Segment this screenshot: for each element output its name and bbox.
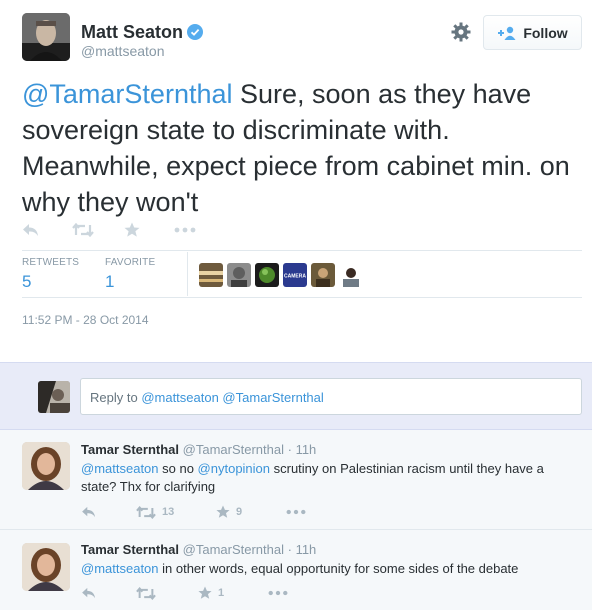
star-icon: [198, 586, 212, 599]
retweet-count: 13: [162, 506, 175, 518]
retweet-button[interactable]: 13: [136, 505, 216, 519]
favorite-count: 1: [218, 587, 225, 599]
reply-header: Tamar Sternthal @TamarSternthal · 11h: [81, 442, 316, 457]
stats-divider-top: [22, 250, 582, 251]
favorites-label: FAVORITE: [105, 257, 156, 268]
retweets-count[interactable]: 5: [22, 272, 31, 292]
reply-text-part: so no: [158, 461, 198, 476]
reply-text-part: in other words, equal opportunity for so…: [158, 561, 519, 576]
reply-input[interactable]: Reply to @mattseaton @TamarSternthal: [80, 378, 582, 415]
faver-avatar-6[interactable]: [339, 263, 363, 287]
faver-avatar-3[interactable]: [255, 263, 279, 287]
reply-author-name[interactable]: Tamar Sternthal: [81, 442, 179, 457]
reply-author-handle[interactable]: @TamarSternthal: [183, 442, 284, 457]
author-avatar[interactable]: [22, 13, 70, 61]
faver-avatar-1[interactable]: [199, 263, 223, 287]
reply-arrow-icon[interactable]: [22, 221, 72, 239]
stats-divider-bottom: [22, 297, 582, 298]
tweet-timestamp[interactable]: 11:52 PM - 28 Oct 2014: [22, 313, 149, 327]
author-name-text[interactable]: Matt Seaton: [81, 22, 183, 42]
reply-header: Tamar Sternthal @TamarSternthal · 11h: [81, 542, 316, 557]
reply-mention-link[interactable]: @mattseaton: [81, 561, 159, 576]
faver-avatar-camera[interactable]: CAMERA: [283, 263, 307, 287]
author-name[interactable]: Matt Seaton: [81, 22, 204, 43]
reply-input-mentions: @mattseaton @TamarSternthal: [141, 390, 324, 405]
more-dots-icon[interactable]: [174, 221, 196, 239]
reply-text: @mattseaton so no @nytopinion scrutiny o…: [81, 460, 581, 496]
reply-tweet[interactable]: Tamar Sternthal @TamarSternthal · 11h @m…: [0, 430, 592, 530]
favorite-button[interactable]: 1: [198, 586, 268, 600]
favorite-count: 9: [236, 506, 243, 518]
reply-time[interactable]: · 11h: [288, 442, 317, 457]
follow-person-plus-icon: [498, 26, 516, 40]
tweet-actions: [22, 221, 196, 239]
favoriter-avatars: CAMERA: [199, 263, 363, 287]
reply-input-prefix: Reply to: [90, 390, 142, 405]
camera-logo-text: CAMERA: [284, 274, 306, 280]
tweet-mention-link[interactable]: @TamarSternthal: [22, 79, 233, 109]
favorite-button[interactable]: 9: [216, 505, 286, 519]
star-icon: [216, 505, 230, 518]
more-dots-icon[interactable]: [286, 509, 306, 515]
retweet-icon: [136, 505, 156, 519]
retweets-label: RETWEETS: [22, 257, 80, 268]
faver-avatar-5[interactable]: [311, 263, 335, 287]
reply-text: @mattseaton in other words, equal opport…: [81, 560, 581, 578]
reply-time[interactable]: · 11h: [288, 542, 317, 557]
reply-arrow-icon[interactable]: [81, 506, 136, 518]
author-handle[interactable]: @mattseaton: [81, 43, 164, 59]
reply-mention-link[interactable]: @mattseaton: [81, 461, 159, 476]
verified-badge-icon: [187, 24, 204, 40]
follow-button-label: Follow: [523, 24, 568, 41]
more-dots-icon[interactable]: [268, 590, 288, 596]
reply-mention-link[interactable]: @nytopinion: [198, 461, 270, 476]
reply-actions: 1: [81, 586, 288, 600]
main-tweet: Matt Seaton @mattseaton Follow @TamarSte…: [0, 0, 592, 362]
reply-composer: Reply to @mattseaton @TamarSternthal: [0, 362, 592, 430]
favorites-count[interactable]: 1: [105, 272, 114, 292]
reply-author-avatar[interactable]: [22, 442, 70, 490]
reply-author-handle[interactable]: @TamarSternthal: [183, 542, 284, 557]
reply-author-name[interactable]: Tamar Sternthal: [81, 542, 179, 557]
retweet-button[interactable]: [136, 586, 198, 600]
faver-avatar-2[interactable]: [227, 263, 251, 287]
reply-author-avatar[interactable]: [22, 543, 70, 591]
stats-separator: [187, 252, 188, 296]
retweet-icon[interactable]: [72, 221, 124, 239]
retweet-icon: [136, 586, 156, 600]
reply-actions: 13 9: [81, 505, 306, 519]
follow-button[interactable]: Follow: [483, 15, 582, 50]
tweet-text: @TamarSternthal Sure, soon as they have …: [22, 76, 582, 220]
reply-arrow-icon[interactable]: [81, 587, 136, 599]
current-user-avatar: [38, 381, 70, 413]
reply-tweet[interactable]: Tamar Sternthal @TamarSternthal · 11h @m…: [0, 530, 592, 610]
star-icon[interactable]: [124, 221, 174, 239]
gear-icon[interactable]: [449, 20, 473, 44]
